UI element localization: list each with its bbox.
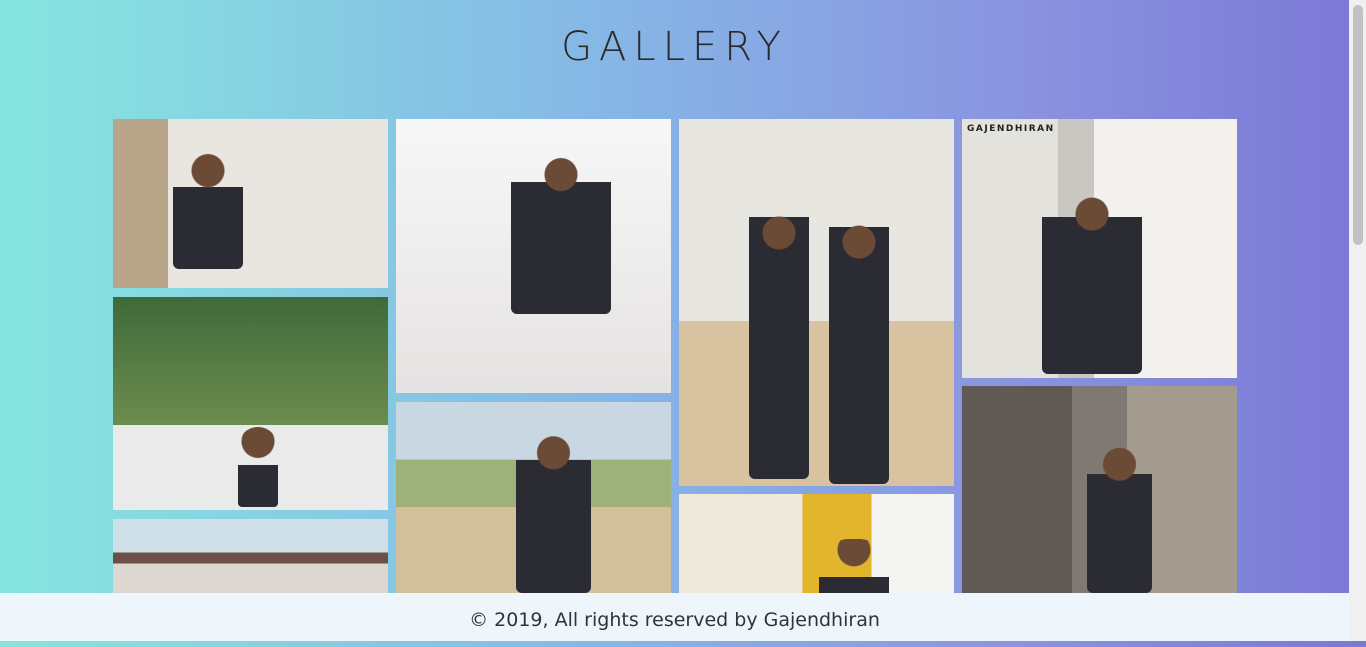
gallery-photo[interactable] <box>679 119 954 486</box>
scrollbar-thumb[interactable] <box>1353 5 1363 245</box>
photo-watermark: GAJENDHIRAN <box>967 124 1055 134</box>
vertical-scrollbar[interactable] <box>1349 0 1366 641</box>
gallery-photo[interactable]: GAJENDHIRAN <box>962 119 1237 378</box>
gallery-photo[interactable] <box>113 119 388 288</box>
footer-copyright: © 2019, All rights reserved by Gajendhir… <box>469 609 880 631</box>
gallery-photo[interactable] <box>962 386 1237 593</box>
page-title: GALLERY <box>561 24 788 70</box>
gallery-photo[interactable] <box>396 119 671 393</box>
gallery-photo[interactable] <box>113 519 388 593</box>
gallery-photo[interactable] <box>113 297 388 510</box>
gallery-photo[interactable] <box>679 494 954 593</box>
gallery-photo[interactable] <box>396 402 671 593</box>
footer: © 2019, All rights reserved by Gajendhir… <box>0 593 1349 641</box>
